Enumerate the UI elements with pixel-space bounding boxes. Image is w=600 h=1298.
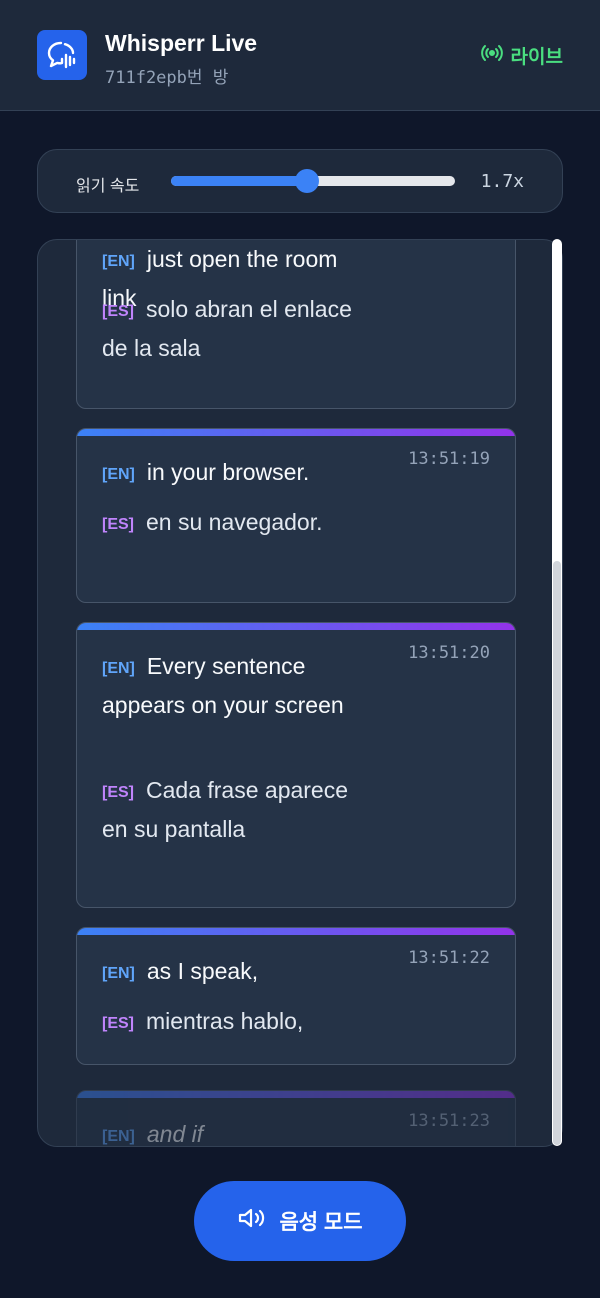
reading-speed-slider[interactable] <box>171 169 455 193</box>
live-indicator: 라이브 <box>480 42 563 69</box>
en-text: Every sentence appears on your screen <box>102 653 344 718</box>
live-label: 라이브 <box>510 47 563 68</box>
app-header: Whisperr Live 711f2epb번 방 라이브 <box>0 0 600 111</box>
en-text: in your browser. <box>146 459 310 485</box>
timestamp: 13:51:19 <box>408 449 490 469</box>
timestamp: 13:51:20 <box>408 643 490 663</box>
card-accent <box>77 623 515 630</box>
reading-speed-label: 읽기 속도 <box>76 178 140 195</box>
slider-thumb[interactable] <box>295 169 319 193</box>
slider-fill <box>171 176 307 186</box>
voice-mode-label: 음성 모드 <box>279 1211 363 1234</box>
en-tag: [EN] <box>102 466 135 483</box>
es-tag: [ES] <box>102 303 134 320</box>
en-tag: [EN] <box>102 1128 135 1145</box>
transcript-card: 13:51:22 [EN] as I speak, [ES] mientras ha… <box>76 927 516 1065</box>
reading-speed-value: 1.7x <box>480 171 524 192</box>
es-tag: [ES] <box>102 784 134 801</box>
en-line: [EN] as I speak, <box>102 953 352 992</box>
room-id: 711f2epb번 방 <box>105 68 229 88</box>
en-tag: [EN] <box>102 660 135 677</box>
en-tag: [EN] <box>102 253 135 270</box>
es-text: en su navegador. <box>146 509 323 535</box>
es-line: [ES] solo abran el enlace de la sala <box>102 291 352 367</box>
speaker-icon <box>237 1206 267 1236</box>
voice-mode-button[interactable]: 음성 모드 <box>194 1181 406 1261</box>
en-line: [EN] and if <box>102 1116 352 1147</box>
es-line: [ES] en su navegador. <box>102 504 352 543</box>
en-line: [EN] Every sentence appears on your scree… <box>102 648 352 724</box>
scrollbar-thumb[interactable] <box>553 561 561 1145</box>
en-text: as I speak, <box>146 958 259 984</box>
en-text: and if <box>146 1121 204 1147</box>
transcript-card: 13:51:23 [EN] and if <box>76 1090 516 1147</box>
es-tag: [ES] <box>102 1015 134 1032</box>
card-accent <box>77 429 515 436</box>
transcript-feed[interactable]: [EN] just open the room link [ES] solo abr… <box>37 239 563 1147</box>
es-tag: [ES] <box>102 516 134 533</box>
es-line: [ES] Cada frase aparece en su pantalla <box>102 772 352 848</box>
transcript-card: 13:51:19 [EN] in your browser. [ES] en su … <box>76 428 516 603</box>
chat-waveform-icon <box>37 30 87 80</box>
feed-scrollbar[interactable] <box>552 239 562 1146</box>
transcript-card: [EN] just open the room link [ES] solo abr… <box>76 240 516 409</box>
card-accent <box>77 1091 515 1098</box>
es-text: Cada frase aparece en su pantalla <box>102 777 349 842</box>
es-line: [ES] mientras hablo, <box>102 1003 352 1042</box>
card-accent <box>77 928 515 935</box>
timestamp: 13:51:23 <box>408 1111 490 1131</box>
es-text: solo abran el enlace de la sala <box>102 296 352 361</box>
en-tag: [EN] <box>102 965 135 982</box>
broadcast-icon <box>480 44 503 68</box>
es-text: mientras hablo, <box>146 1008 304 1034</box>
transcript-card: 13:51:20 [EN] Every sentence appears on y… <box>76 622 516 908</box>
en-line: [EN] in your browser. <box>102 454 352 493</box>
reading-speed-panel: 읽기 속도 1.7x <box>37 149 563 213</box>
timestamp: 13:51:22 <box>408 948 490 968</box>
app-title: Whisperr Live <box>105 30 258 56</box>
